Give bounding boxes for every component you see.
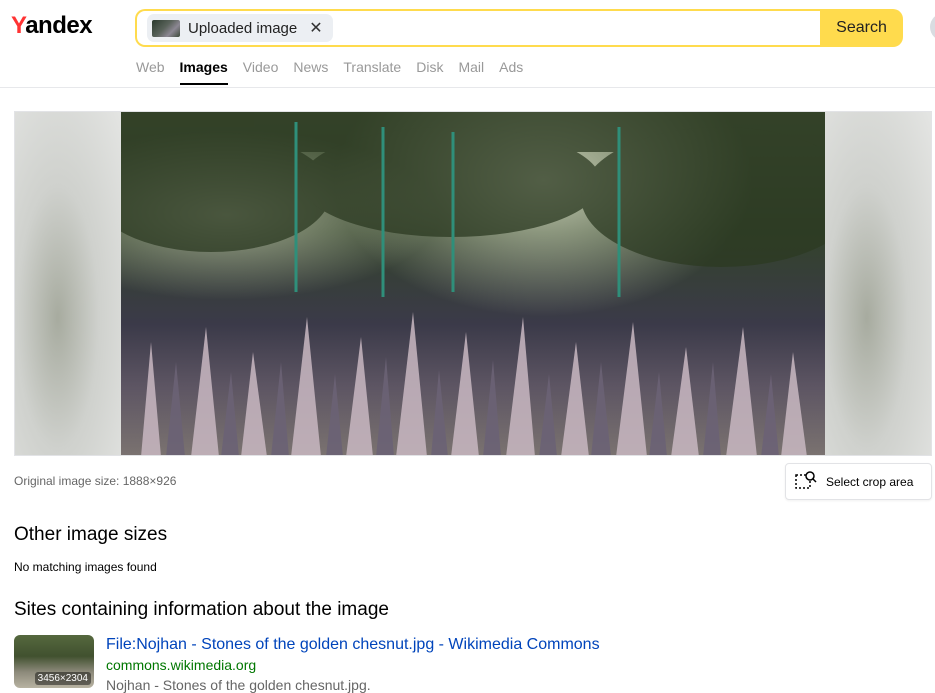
uploaded-image-label: Uploaded image [188, 19, 298, 37]
tab-disk[interactable]: Disk [416, 59, 443, 85]
blurred-backdrop-right [824, 112, 931, 455]
original-size-text: Original image size: 1888×926 [14, 474, 177, 488]
search-button[interactable]: Search [820, 9, 903, 47]
crop-search-icon [794, 470, 818, 493]
image-preview[interactable] [14, 111, 932, 456]
photo-stones-illustration [121, 112, 825, 455]
uploaded-image-chip[interactable]: Uploaded image ✕ [147, 14, 333, 42]
result-title-link[interactable]: File:Nojhan - Stones of the golden chesn… [106, 636, 600, 654]
result-url-link[interactable]: commons.wikimedia.org [106, 657, 256, 673]
other-sizes-heading: Other image sizes [14, 524, 168, 545]
tab-images[interactable]: Images [179, 59, 228, 85]
tab-video[interactable]: Video [243, 59, 279, 85]
service-tabs: Web Images Video News Translate Disk Mai… [136, 59, 523, 85]
close-icon[interactable]: ✕ [309, 18, 322, 38]
tab-news[interactable]: News [293, 59, 328, 85]
tab-ads[interactable]: Ads [499, 59, 523, 85]
avatar[interactable] [930, 13, 935, 41]
tab-mail[interactable]: Mail [458, 59, 484, 85]
header-divider [0, 87, 935, 88]
no-matches-text: No matching images found [14, 560, 157, 574]
result-snippet: Nojhan - Stones of the golden chesnut.jp… [106, 677, 371, 693]
sites-heading: Sites containing information about the i… [14, 599, 389, 620]
yandex-logo[interactable]: Yandex [11, 12, 93, 40]
search-input[interactable]: Uploaded image ✕ [137, 11, 820, 45]
tab-translate[interactable]: Translate [343, 59, 401, 85]
result-thumb-dimensions: 3456×2304 [34, 672, 91, 685]
tab-web[interactable]: Web [136, 59, 165, 85]
select-crop-area-label: Select crop area [826, 474, 914, 489]
blurred-backdrop-left [15, 112, 122, 455]
query-photo [121, 112, 825, 455]
uploaded-image-thumbnail [152, 19, 180, 37]
search-bar: Uploaded image ✕ Search [135, 9, 903, 47]
select-crop-area-button[interactable]: Select crop area [785, 463, 932, 500]
result-thumbnail[interactable]: 3456×2304 [14, 635, 94, 688]
